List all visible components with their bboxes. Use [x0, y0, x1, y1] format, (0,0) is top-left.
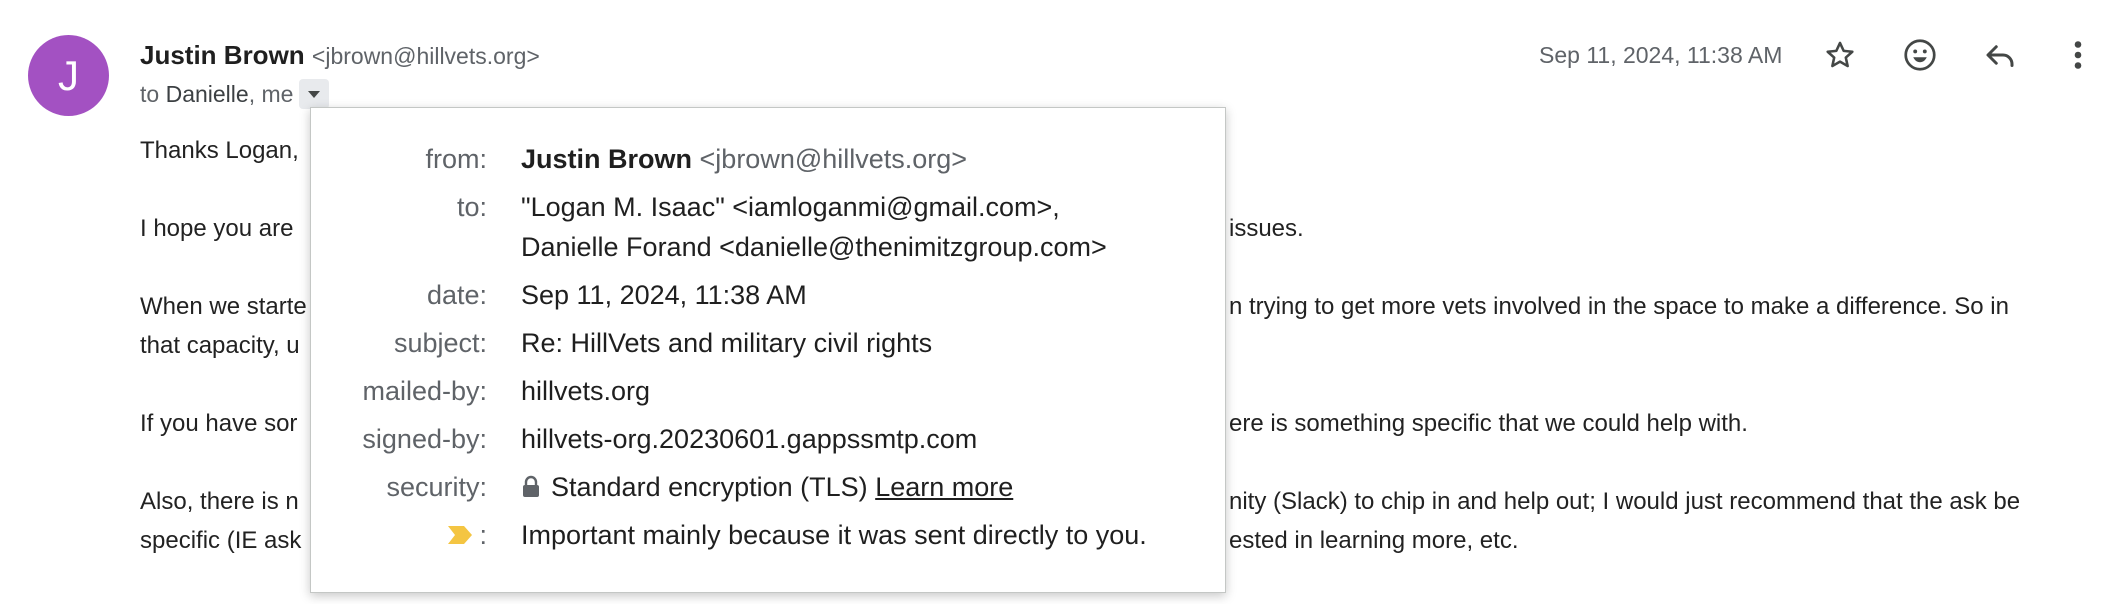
details-value-signed-by: hillvets-org.20230601.gappssmtp.com — [521, 424, 978, 454]
learn-more-link[interactable]: Learn more — [875, 472, 1013, 502]
details-value-importance: Important mainly because it was sent dir… — [521, 520, 1147, 550]
details-value-from: Justin Brown <jbrown@hillvets.org> — [521, 139, 967, 179]
security-text: Standard encryption (TLS) — [551, 472, 868, 502]
details-label-from: from: — [425, 144, 487, 174]
body-line-4: that capacity, u — [140, 332, 300, 359]
body-line-6: Also, there is n — [140, 488, 299, 515]
details-label-signed-by: signed-by: — [362, 424, 487, 454]
email-date: Sep 11, 2024, 11:38 AM — [1539, 42, 1783, 68]
details-label-subject: subject: — [393, 328, 487, 358]
body-line-2: I hope you are — [140, 215, 294, 242]
sender-name[interactable]: Justin Brown — [140, 40, 305, 70]
details-value-date: Sep 11, 2024, 11:38 AM — [521, 280, 807, 310]
details-label-to: to: — [456, 192, 487, 222]
body-line-7: specific (IE ask — [140, 527, 302, 554]
reply-button[interactable] — [1979, 34, 2021, 76]
reply-icon — [1986, 45, 2014, 67]
details-value-mailed-by: hillvets.org — [521, 376, 651, 406]
emoji-icon — [1904, 39, 1936, 71]
details-label-importance: : — [447, 515, 487, 555]
details-to-line-2: Danielle Forand <danielle@thenimitzgroup… — [521, 232, 1107, 262]
body-line-6-end: nity (Slack) to chip in and help out; I … — [1229, 488, 2021, 515]
recipient-name: Danielle — [165, 81, 249, 107]
body-line-1: Thanks Logan, — [140, 137, 299, 164]
recipients-line: to Danielle, me — [140, 79, 330, 109]
body-line-5: If you have sor — [140, 410, 298, 437]
star-button[interactable] — [1819, 34, 1861, 76]
body-line-5-end: ere is something specific that we could … — [1229, 410, 1748, 437]
star-icon — [1826, 41, 1854, 68]
body-line-2-end: issues. — [1229, 215, 1304, 242]
importance-label-colon: : — [479, 520, 487, 550]
details-label-date: date: — [426, 280, 487, 310]
avatar[interactable]: J — [28, 35, 109, 116]
importance-marker-icon — [448, 526, 473, 544]
email-view: J Justin Brown <jbrown@hillvets.org> to … — [0, 0, 2114, 604]
body-line-7-end: ested in learning more, etc. — [1229, 527, 1519, 554]
details-to-line-1: "Logan M. Isaac" <iamloganmi@gmail.com>, — [521, 192, 1060, 222]
details-value-security: Standard encryption (TLS) Learn more — [521, 467, 1013, 507]
add-reaction-button[interactable] — [1899, 34, 1941, 76]
details-from-email: <jbrown@hillvets.org> — [699, 144, 968, 174]
recipient-separator: , — [248, 81, 256, 107]
more-options-button[interactable] — [2057, 34, 2099, 76]
details-value-subject: Re: HillVets and military civil rights — [521, 328, 933, 358]
recipients-prefix: to — [140, 81, 160, 107]
details-label-security: security: — [386, 472, 487, 502]
details-from-name: Justin Brown — [521, 144, 693, 174]
show-details-button[interactable] — [299, 79, 330, 109]
sender-email: <jbrown@hillvets.org> — [311, 43, 540, 69]
details-label-mailed-by: mailed-by: — [362, 376, 487, 406]
lock-icon — [523, 475, 539, 497]
recipient-me: me — [261, 81, 294, 107]
body-line-3: When we starte — [140, 293, 307, 320]
more-vert-icon — [2074, 41, 2082, 69]
sender-line: Justin Brown <jbrown@hillvets.org> — [140, 38, 540, 73]
chevron-down-icon — [308, 91, 321, 98]
message-details-popup: from: Justin Brown <jbrown@hillvets.org>… — [310, 107, 1226, 593]
body-line-3-end: n trying to get more vets involved in th… — [1229, 293, 2009, 320]
